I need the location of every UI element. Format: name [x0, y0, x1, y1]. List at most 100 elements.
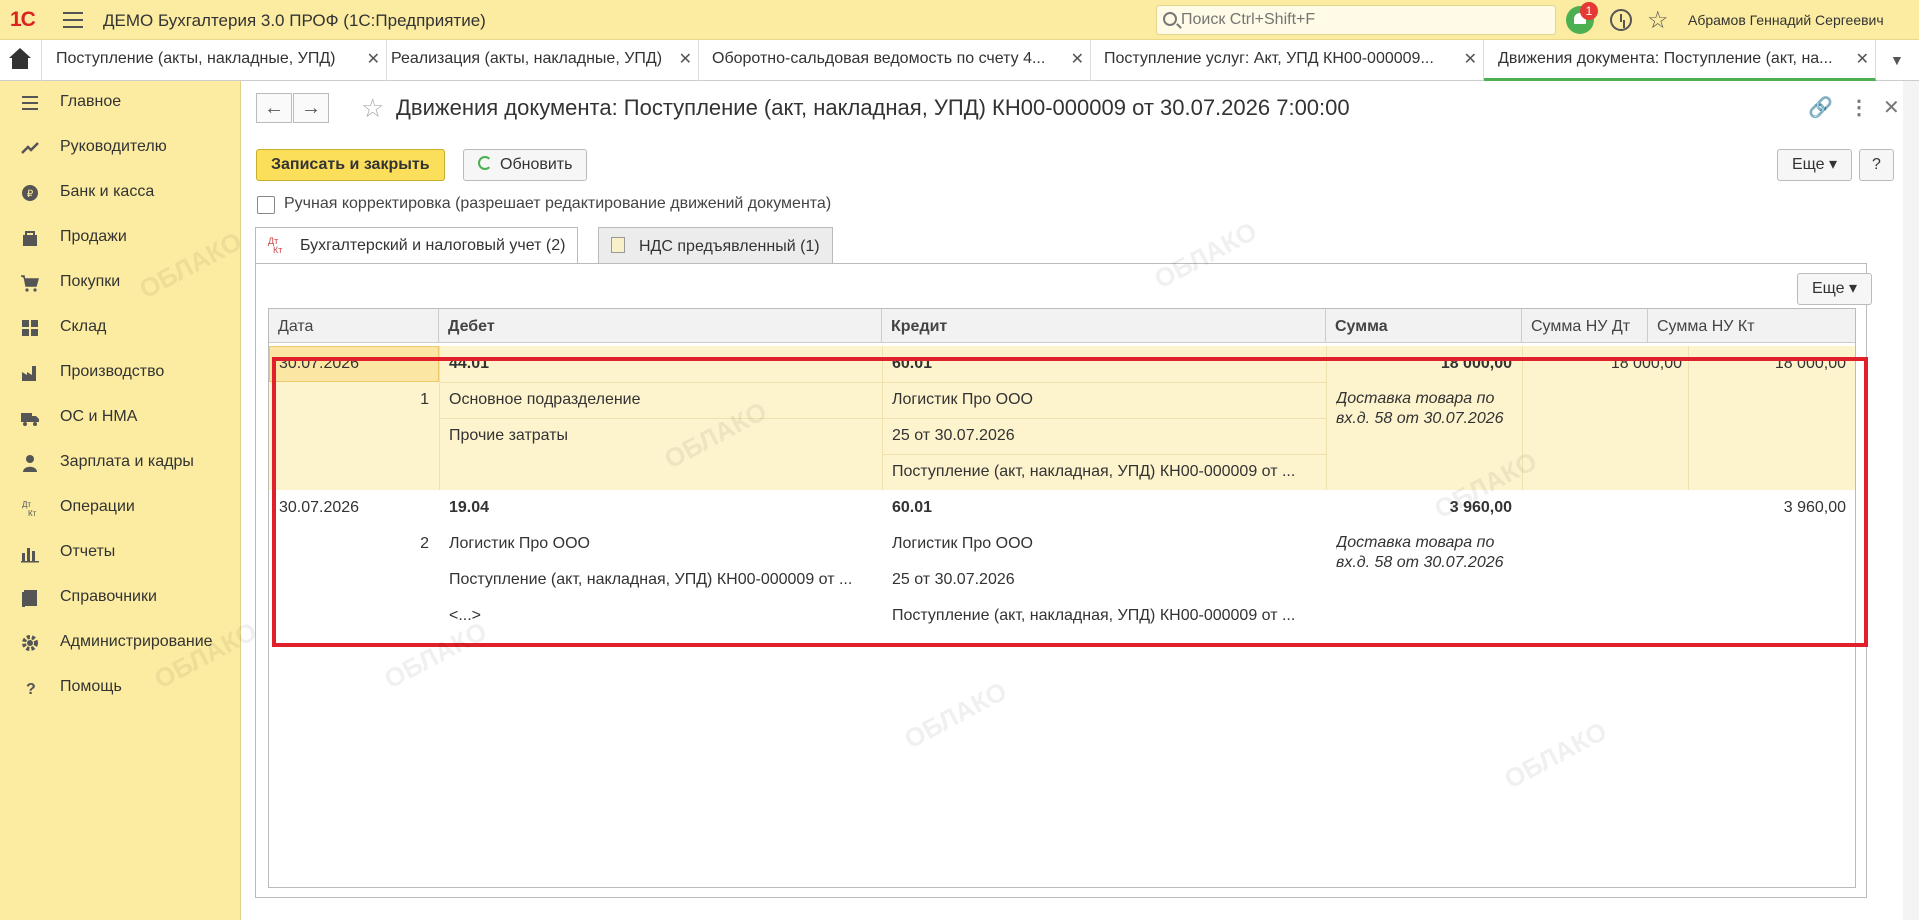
user-name[interactable]: Абрамов Геннадий Сергеевич — [1688, 12, 1884, 28]
row1-credit-sub3[interactable]: Поступление (акт, накладная, УПД) КН00-0… — [892, 463, 1317, 481]
row2-credit-sub1[interactable]: Логистик Про ООО — [892, 535, 1317, 553]
sidebar-item-directories[interactable]: Справочники — [0, 578, 240, 618]
row2-credit-sub2[interactable]: 25 от 30.07.2026 — [892, 571, 1317, 589]
dt-kt-icon: Дт Кт — [268, 236, 283, 255]
row2-debit-sub3[interactable]: <...> — [449, 607, 874, 625]
row2-debit-sub1[interactable]: Логистик Про ООО — [449, 535, 874, 553]
sidebar-item-label: Помощь — [60, 678, 122, 695]
row1-content[interactable]: Доставка товара по вх.д. 58 от 30.07.202… — [1336, 389, 1512, 429]
row2-debit-account[interactable]: 19.04 — [449, 499, 489, 517]
panel-more-button[interactable]: Еще ▾ — [1797, 273, 1873, 305]
chevron-down-icon[interactable]: ▼ — [1890, 52, 1904, 68]
close-icon[interactable]: ✕ — [1856, 49, 1869, 69]
history-icon[interactable] — [1610, 9, 1632, 31]
row2-debit-sub2[interactable]: Поступление (акт, накладная, УПД) КН00-0… — [449, 571, 874, 589]
sidebar-item-director[interactable]: Руководителю — [0, 128, 240, 168]
row2-sum[interactable]: 3 960,00 — [1336, 499, 1512, 517]
top-bar: 1C ДЕМО Бухгалтерия 3.0 ПРОФ (1С:Предпри… — [0, 0, 1919, 40]
row1-credit-sub2[interactable]: 25 от 30.07.2026 — [892, 427, 1317, 445]
gear-icon — [22, 635, 38, 651]
main-form: ← → ☆ Движения документа: Поступление (а… — [241, 81, 1919, 920]
sidebar-item-reports[interactable]: Отчеты — [0, 533, 240, 573]
forward-button[interactable]: → — [293, 93, 329, 123]
more-button[interactable]: Еще ▾ — [1777, 149, 1853, 181]
row2-sum-nu-kt[interactable]: 3 960,00 — [1699, 499, 1846, 517]
sidebar: Главное Руководителю ₽ Банк и касса Прод… — [0, 81, 241, 920]
movements-table[interactable]: Дата Дебет Кредит Сумма Сумма НУ Дт Сумм… — [268, 308, 1856, 888]
tab-vat[interactable]: НДС предъявленный (1) — [598, 227, 833, 263]
row1-debit-sub2[interactable]: Прочие затраты — [449, 427, 874, 445]
column-header-sum-nu-dt[interactable]: Сумма НУ Дт — [1522, 309, 1648, 343]
divider — [1688, 346, 1689, 490]
sidebar-item-label: Продажи — [60, 228, 127, 245]
search-input[interactable] — [1181, 9, 1541, 31]
sidebar-item-warehouse[interactable]: Склад — [0, 308, 240, 348]
close-icon[interactable]: ✕ — [679, 49, 692, 69]
row1-debit-account[interactable]: 44.01 — [449, 355, 489, 373]
favorites-star-icon[interactable]: ☆ — [1647, 6, 1669, 35]
sidebar-item-bank[interactable]: ₽ Банк и касса — [0, 173, 240, 213]
page-title: Движения документа: Поступление (акт, на… — [396, 95, 1350, 120]
row1-sum[interactable]: 18 000,00 — [1336, 355, 1512, 373]
favorite-star-icon[interactable]: ☆ — [361, 93, 384, 124]
scrollbar[interactable] — [1903, 81, 1919, 920]
save-and-close-button[interactable]: Записать и закрыть — [256, 149, 445, 181]
link-icon[interactable]: 🔗 — [1808, 95, 1833, 120]
sidebar-item-salary[interactable]: Зарплата и кадры — [0, 443, 240, 483]
tab-window-3[interactable]: Оборотно-сальдовая ведомость по счету 4.… — [698, 40, 1091, 81]
sidebar-item-admin[interactable]: Администрирование — [0, 623, 240, 663]
sidebar-item-purchases[interactable]: Покупки — [0, 263, 240, 303]
menu-lines-icon — [22, 96, 38, 110]
close-icon[interactable]: ✕ — [1464, 49, 1477, 69]
column-header-sum[interactable]: Сумма — [1326, 309, 1522, 343]
home-icon[interactable] — [0, 40, 42, 81]
menu-icon[interactable] — [63, 12, 83, 28]
sidebar-item-label: Главное — [60, 93, 122, 110]
close-icon[interactable]: ✕ — [1071, 49, 1084, 69]
tab-accounting[interactable]: Дт Кт Бухгалтерский и налоговый учет (2) — [255, 227, 579, 264]
help-button[interactable]: ? — [1859, 149, 1894, 181]
notification-badge: 1 — [1580, 2, 1598, 20]
row1-sum-nu-kt[interactable]: 18 000,00 — [1699, 355, 1846, 373]
tab-window-2[interactable]: Реализация (акты, накладные, УПД) ✕ — [377, 40, 699, 81]
row1-credit-sub1[interactable]: Логистик Про ООО — [892, 391, 1317, 409]
column-header-date[interactable]: Дата — [269, 309, 439, 343]
1c-logo-icon[interactable]: 1C — [10, 8, 50, 32]
column-header-debit[interactable]: Дебет — [439, 309, 882, 343]
column-header-credit[interactable]: Кредит — [882, 309, 1326, 343]
tab-label: Поступление услуг: Акт, УПД КН00-000009.… — [1104, 50, 1434, 67]
back-button[interactable]: ← — [256, 93, 292, 123]
tab-label: Поступление (акты, накладные, УПД) — [56, 50, 336, 67]
sidebar-item-production[interactable]: Производство — [0, 353, 240, 393]
sidebar-item-label: Зарплата и кадры — [60, 453, 194, 470]
row2-date[interactable]: 30.07.2026 — [279, 499, 359, 517]
more-vertical-icon[interactable]: ⋮ — [1849, 95, 1869, 120]
column-header-sum-nu-kt[interactable]: Сумма НУ Кт — [1648, 309, 1855, 343]
book-icon — [22, 590, 37, 607]
row2-credit-sub3[interactable]: Поступление (акт, накладная, УПД) КН00-0… — [892, 607, 1317, 625]
close-icon[interactable]: ✕ — [1883, 95, 1900, 120]
search-icon — [1163, 12, 1177, 26]
sidebar-item-assets[interactable]: ОС и НМА — [0, 398, 240, 438]
tab-window-5[interactable]: Движения документа: Поступление (акт, на… — [1484, 40, 1876, 81]
search-box[interactable] — [1156, 5, 1556, 35]
sidebar-item-help[interactable]: ? Помощь — [0, 668, 240, 708]
sidebar-item-label: Администрирование — [60, 633, 213, 650]
manual-correction-checkbox[interactable] — [257, 196, 275, 214]
row1-credit-account[interactable]: 60.01 — [892, 355, 932, 373]
sidebar-item-main[interactable]: Главное — [0, 83, 240, 123]
row2-content[interactable]: Доставка товара по вх.д. 58 от 30.07.202… — [1336, 533, 1512, 573]
row1-sum-nu-dt[interactable]: 18 000,00 — [1532, 355, 1682, 373]
tab-window-4[interactable]: Поступление услуг: Акт, УПД КН00-000009.… — [1090, 40, 1484, 81]
sidebar-item-operations[interactable]: Дт Кт Операции — [0, 488, 240, 528]
more-label: Еще — [1792, 156, 1825, 173]
tab-window-1[interactable]: Поступление (акты, накладные, УПД) ✕ — [42, 40, 387, 81]
sidebar-item-label: Производство — [60, 363, 165, 380]
sidebar-item-sales[interactable]: Продажи — [0, 218, 240, 258]
dt-kt-icon: ДтКт — [22, 500, 37, 518]
row2-credit-account[interactable]: 60.01 — [892, 499, 932, 517]
refresh-button[interactable]: Обновить — [463, 149, 588, 181]
row1-date[interactable]: 30.07.2026 — [279, 355, 359, 373]
divider — [439, 382, 1326, 383]
row1-debit-sub1[interactable]: Основное подразделение — [449, 391, 874, 409]
